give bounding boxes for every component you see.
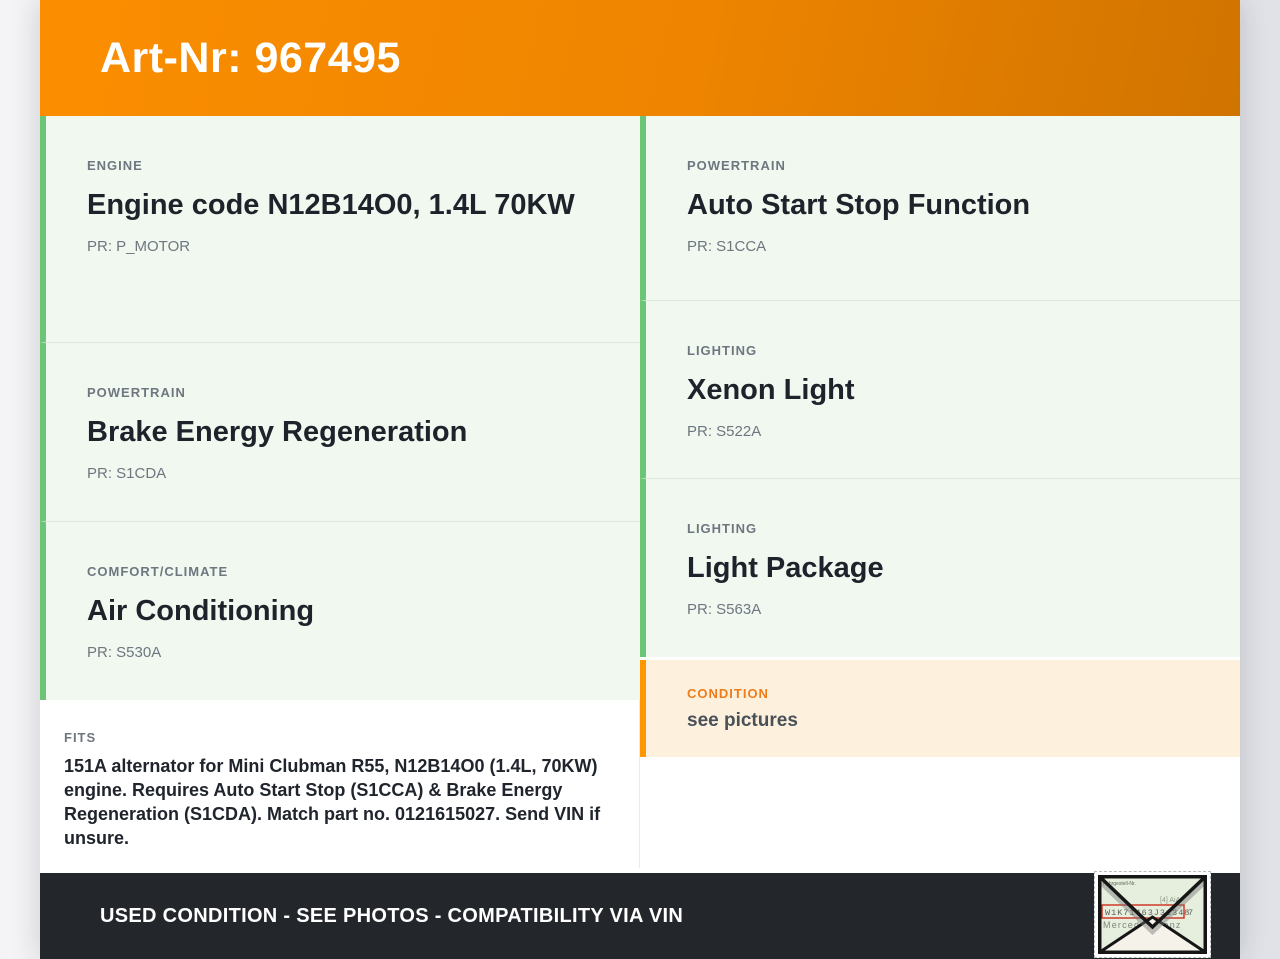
condition-value: see pictures [687, 710, 798, 731]
left-column: ENGINE Engine code N12B14O0, 1.4L 70KW P… [40, 116, 640, 873]
card-pr-code: PR: S1CCA [687, 238, 767, 255]
right-column: POWERTRAIN Auto Start Stop Function PR: … [640, 116, 1240, 873]
condition-card: CONDITION see pictures [640, 660, 1240, 757]
spec-card-light-package: LIGHTING Light Package PR: S563A [640, 478, 1240, 657]
footer-notice: USED CONDITION - SEE PHOTOS - COMPATIBIL… [100, 904, 684, 927]
card-title: Light Package [687, 552, 884, 584]
spec-columns: ENGINE Engine code N12B14O0, 1.4L 70KW P… [40, 116, 1240, 873]
condition-label: CONDITION [687, 686, 769, 701]
card-category: POWERTRAIN [87, 385, 186, 400]
card-category: COMFORT/CLIMATE [87, 564, 229, 579]
card-category: LIGHTING [687, 343, 758, 358]
card-pr-code: PR: S1CDA [87, 465, 167, 482]
card-title: Engine code N12B14O0, 1.4L 70KW [87, 189, 575, 221]
fits-label: FITS [64, 730, 97, 745]
fits-card: FITS 151A alternator for Mini Clubman R5… [40, 700, 640, 868]
header-banner: Art-Nr: 967495 [40, 0, 1240, 116]
card-pr-code: PR: S522A [687, 423, 762, 440]
spec-card-xenon-light: LIGHTING Xenon Light PR: S522A [640, 300, 1240, 478]
card-title: Xenon Light [687, 374, 855, 406]
card-pr-code: PR: P_MOTOR [87, 238, 191, 255]
envelope-icon: Fahrgestell-Nr. [4] AiA W1K71463J31348 7… [1098, 875, 1207, 954]
fits-description: 151A alternator for Mini Clubman R55, N1… [64, 756, 601, 848]
footer-bar: USED CONDITION - SEE PHOTOS - COMPATIBIL… [40, 873, 1240, 959]
spec-card-brake-energy: POWERTRAIN Brake Energy Regeneration PR:… [40, 342, 640, 521]
card-title: Air Conditioning [87, 595, 315, 627]
listing-page: Art-Nr: 967495 ENGINE Engine code N12B14… [40, 0, 1240, 959]
spec-card-engine: ENGINE Engine code N12B14O0, 1.4L 70KW P… [40, 116, 640, 342]
card-pr-code: PR: S563A [687, 601, 762, 618]
card-category: ENGINE [87, 158, 143, 173]
vin-envelope-image: Fahrgestell-Nr. [4] AiA W1K71463J31348 7… [1094, 871, 1211, 958]
spec-card-air-conditioning: COMFORT/CLIMATE Air Conditioning PR: S53… [40, 521, 640, 700]
card-category: POWERTRAIN [687, 158, 786, 173]
card-category: LIGHTING [687, 521, 758, 536]
vin-suffix: 7 [1188, 908, 1193, 918]
card-title: Brake Energy Regeneration [87, 416, 468, 448]
page-title: Art-Nr: 967495 [100, 33, 401, 82]
card-title: Auto Start Stop Function [687, 189, 1031, 221]
spec-card-auto-start-stop: POWERTRAIN Auto Start Stop Function PR: … [640, 116, 1240, 300]
card-pr-code: PR: S530A [87, 644, 162, 661]
